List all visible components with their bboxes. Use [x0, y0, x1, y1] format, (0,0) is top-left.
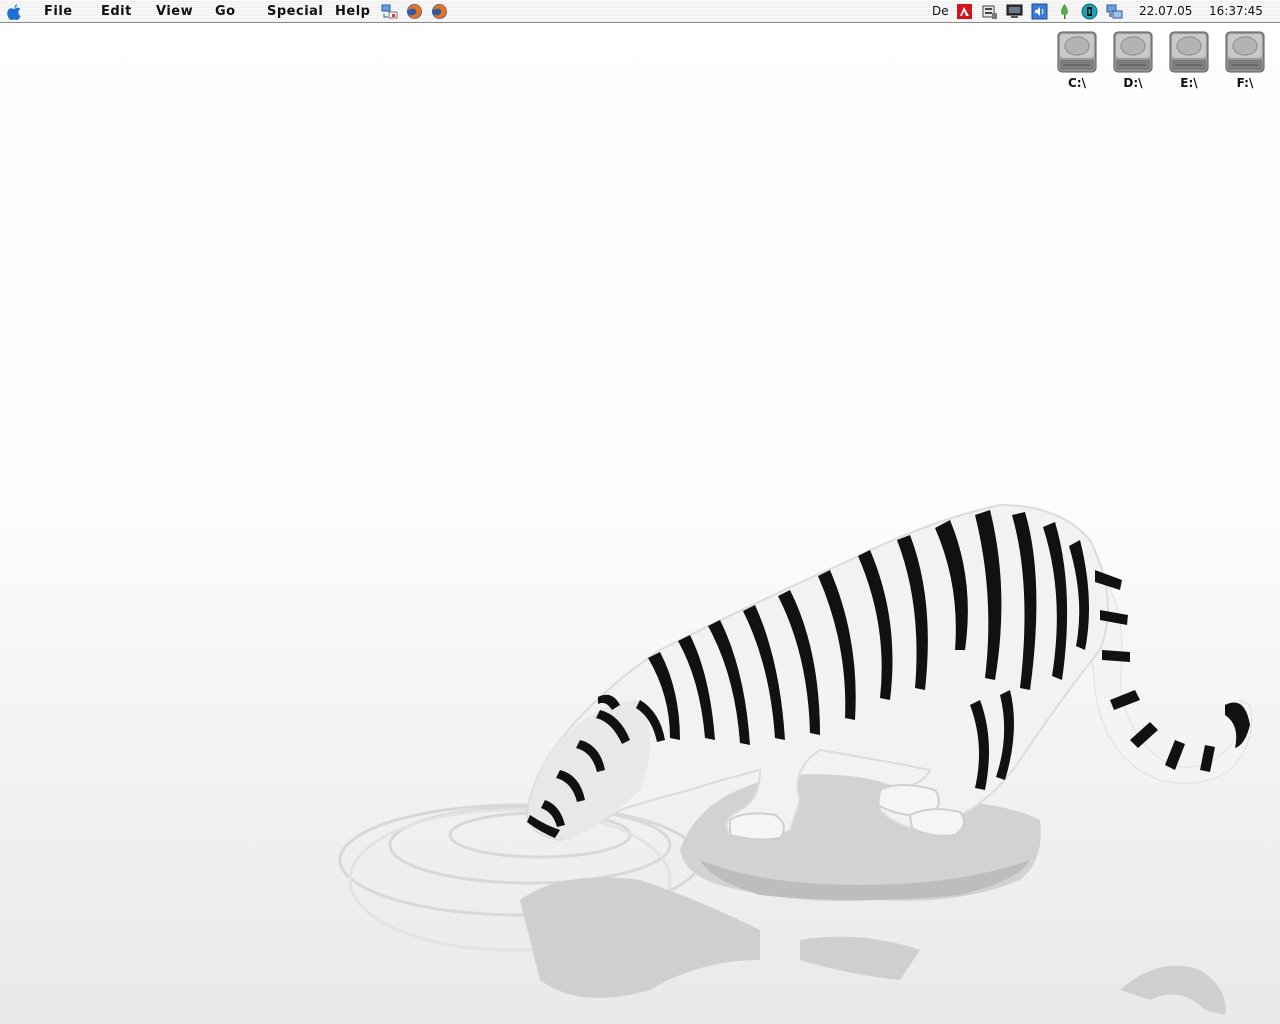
date-display[interactable]: 22.07.05	[1139, 4, 1192, 18]
monitor-icon[interactable]	[1006, 3, 1023, 20]
drive-label: F:\	[1236, 76, 1254, 90]
drive-c[interactable]: C:\	[1053, 30, 1101, 90]
menubar: File Edit View Go Special Help De 22.07.…	[0, 0, 1280, 23]
drive-label: C:\	[1068, 76, 1086, 90]
pin-icon[interactable]	[1056, 3, 1073, 20]
apple-menu-icon[interactable]	[6, 3, 22, 21]
drive-e[interactable]: E:\	[1165, 30, 1213, 90]
menu-edit[interactable]: Edit	[101, 4, 132, 19]
volume-icon[interactable]	[1031, 3, 1048, 20]
menu-help[interactable]: Help	[335, 4, 370, 19]
drive-label: D:\	[1123, 76, 1143, 90]
tiger-wallpaper	[338, 503, 1253, 1015]
scanner-icon[interactable]	[981, 3, 998, 20]
hard-drive-icon	[1057, 31, 1097, 73]
menu-special[interactable]: Special	[267, 4, 323, 19]
network-icon[interactable]	[1106, 3, 1123, 20]
menu-view[interactable]: View	[156, 4, 193, 19]
hard-drive-icon	[1169, 31, 1209, 73]
drive-f[interactable]: F:\	[1221, 30, 1269, 90]
language-indicator[interactable]: De	[932, 4, 949, 18]
antivir-icon[interactable]	[956, 3, 973, 20]
drive-label: E:\	[1180, 76, 1198, 90]
menu-file[interactable]: File	[44, 4, 73, 19]
update-icon[interactable]	[1081, 3, 1098, 20]
hard-drive-icon	[1113, 31, 1153, 73]
drive-d[interactable]: D:\	[1109, 30, 1157, 90]
hard-drive-icon	[1225, 31, 1265, 73]
time-display[interactable]: 16:37:45	[1209, 4, 1263, 18]
firefox-icon[interactable]	[431, 3, 448, 20]
menu-go[interactable]: Go	[215, 4, 236, 19]
network-swap-icon[interactable]	[381, 3, 398, 20]
firefox-icon[interactable]	[406, 3, 423, 20]
